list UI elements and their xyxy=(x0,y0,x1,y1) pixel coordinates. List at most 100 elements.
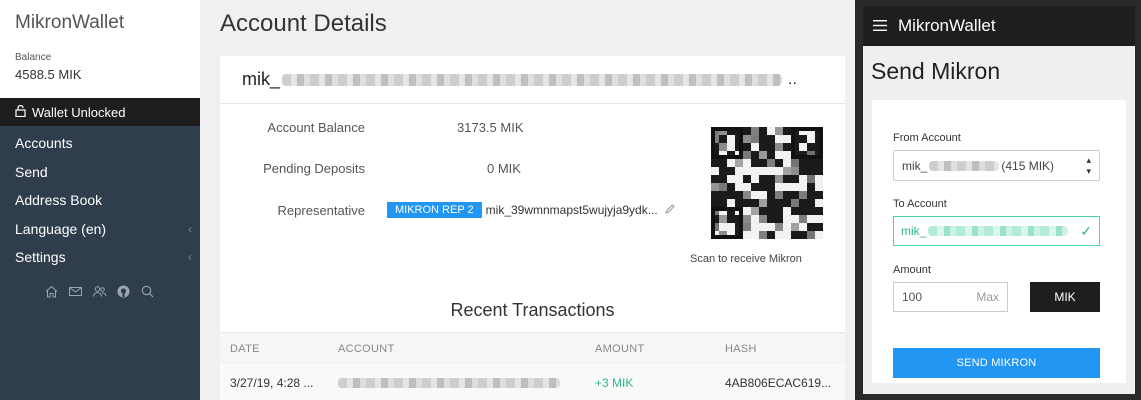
qr-module xyxy=(711,167,719,175)
qr-module xyxy=(759,167,767,175)
qr-module xyxy=(767,191,775,199)
qr-module xyxy=(735,191,743,199)
sidebar-item-settings[interactable]: Settings ‹ xyxy=(0,243,200,272)
qr-module xyxy=(775,175,783,183)
qr-module xyxy=(783,191,791,199)
representative-badge: MIKRON REP 2 xyxy=(387,202,482,218)
qr-module xyxy=(719,183,727,191)
column-header-amount[interactable]: AMOUNT xyxy=(595,343,644,355)
qr-module xyxy=(791,231,799,239)
qr-module xyxy=(815,191,823,199)
qr-module xyxy=(807,199,815,207)
qr-module xyxy=(815,207,823,215)
qr-module xyxy=(815,231,823,239)
sidebar-item-label: Send xyxy=(15,163,48,180)
cell-date: 3/27/19, 4:28 ... xyxy=(230,376,314,390)
qr-module xyxy=(807,175,815,183)
qr-module xyxy=(767,159,775,167)
sidebar-item-address-book[interactable]: Address Book xyxy=(0,186,200,215)
qr-module xyxy=(783,151,791,159)
pencil-icon[interactable] xyxy=(664,203,676,218)
column-header-hash[interactable]: HASH xyxy=(725,343,757,355)
qr-module xyxy=(743,215,751,223)
qr-module xyxy=(791,215,799,223)
qr-module xyxy=(783,199,791,207)
send-panel: MikronWallet Send Mikron From Account mi… xyxy=(863,6,1135,394)
send-mikron-button[interactable]: SEND MIKRON xyxy=(893,348,1100,378)
qr-module xyxy=(807,231,815,239)
qr-module xyxy=(775,127,783,135)
qr-module xyxy=(719,135,727,143)
qr-module xyxy=(759,183,767,191)
amount-input[interactable]: 100 Max xyxy=(893,282,1008,312)
sidebar-item-label: Language (en) xyxy=(15,220,107,237)
qr-module xyxy=(767,151,775,159)
column-header-date[interactable]: DATE xyxy=(230,343,260,355)
qr-module xyxy=(743,175,751,183)
qr-module xyxy=(775,151,783,159)
qr-module xyxy=(775,191,783,199)
account-address-prefix: mik_ xyxy=(242,69,281,89)
main-content: Account Details mik_ .. Account Balance … xyxy=(200,0,855,400)
qr-module xyxy=(759,223,767,231)
qr-module xyxy=(807,191,815,199)
qr-module xyxy=(775,231,783,239)
qr-module xyxy=(751,215,759,223)
transactions-table-header: DATE ACCOUNT AMOUNT HASH xyxy=(220,332,845,365)
qr-module xyxy=(799,159,807,167)
qr-module xyxy=(799,191,807,199)
qr-module xyxy=(791,167,799,175)
qr-module xyxy=(767,207,775,215)
max-button[interactable]: Max xyxy=(976,290,999,304)
qr-module xyxy=(727,183,735,191)
qr-module xyxy=(775,223,783,231)
qr-module xyxy=(807,207,815,215)
to-account-label: To Account xyxy=(893,198,947,210)
sidebar-item-label: Accounts xyxy=(15,135,73,152)
qr-module xyxy=(783,223,791,231)
qr-module xyxy=(775,135,783,143)
currency-button[interactable]: MIK xyxy=(1030,282,1100,312)
menu-icon[interactable] xyxy=(873,16,887,36)
qr-module xyxy=(719,167,727,175)
qr-module xyxy=(759,143,767,151)
qr-module xyxy=(711,159,719,167)
qr-module xyxy=(759,207,767,215)
qr-module xyxy=(743,127,751,135)
from-account-select[interactable]: mik_ (415 MIK) ▴ ▾ xyxy=(893,150,1100,181)
chevron-left-icon: ‹ xyxy=(188,221,192,236)
chevron-left-icon: ‹ xyxy=(188,250,192,265)
from-account-label: From Account xyxy=(893,132,961,144)
qr-module xyxy=(719,143,727,151)
qr-module xyxy=(759,175,767,183)
table-row[interactable]: 3/27/19, 4:28 ... +3 MIK 4AB806ECAC619..… xyxy=(220,366,845,400)
sidebar-item-language[interactable]: Language (en) ‹ xyxy=(0,215,200,244)
wallet-status-button[interactable]: Wallet Unlocked xyxy=(0,98,200,126)
qr-module xyxy=(719,223,727,231)
column-header-account[interactable]: ACCOUNT xyxy=(338,343,395,355)
mail-icon[interactable] xyxy=(68,284,83,304)
qr-module xyxy=(711,175,719,183)
qr-module xyxy=(799,175,807,183)
home-icon[interactable] xyxy=(44,284,59,304)
wallet-status-label: Wallet Unlocked xyxy=(32,104,126,120)
qr-module xyxy=(759,231,767,239)
github-icon[interactable] xyxy=(116,284,131,304)
qr-module xyxy=(735,167,743,175)
sidebar-item-send[interactable]: Send xyxy=(0,158,200,187)
qr-module xyxy=(743,231,751,239)
amount-label: Amount xyxy=(893,264,931,276)
to-account-input[interactable]: mik_ ✓ xyxy=(893,216,1100,246)
qr-module xyxy=(799,199,807,207)
qr-module xyxy=(751,167,759,175)
qr-module xyxy=(799,183,807,191)
qr-module xyxy=(799,231,807,239)
sidebar-item-label: Address Book xyxy=(15,192,103,209)
search-icon[interactable] xyxy=(140,284,155,304)
check-icon: ✓ xyxy=(1080,222,1092,239)
users-icon[interactable] xyxy=(92,284,107,304)
qr-module xyxy=(743,167,751,175)
qr-module xyxy=(783,167,791,175)
sidebar-item-accounts[interactable]: Accounts xyxy=(0,129,200,158)
qr-module xyxy=(743,183,751,191)
